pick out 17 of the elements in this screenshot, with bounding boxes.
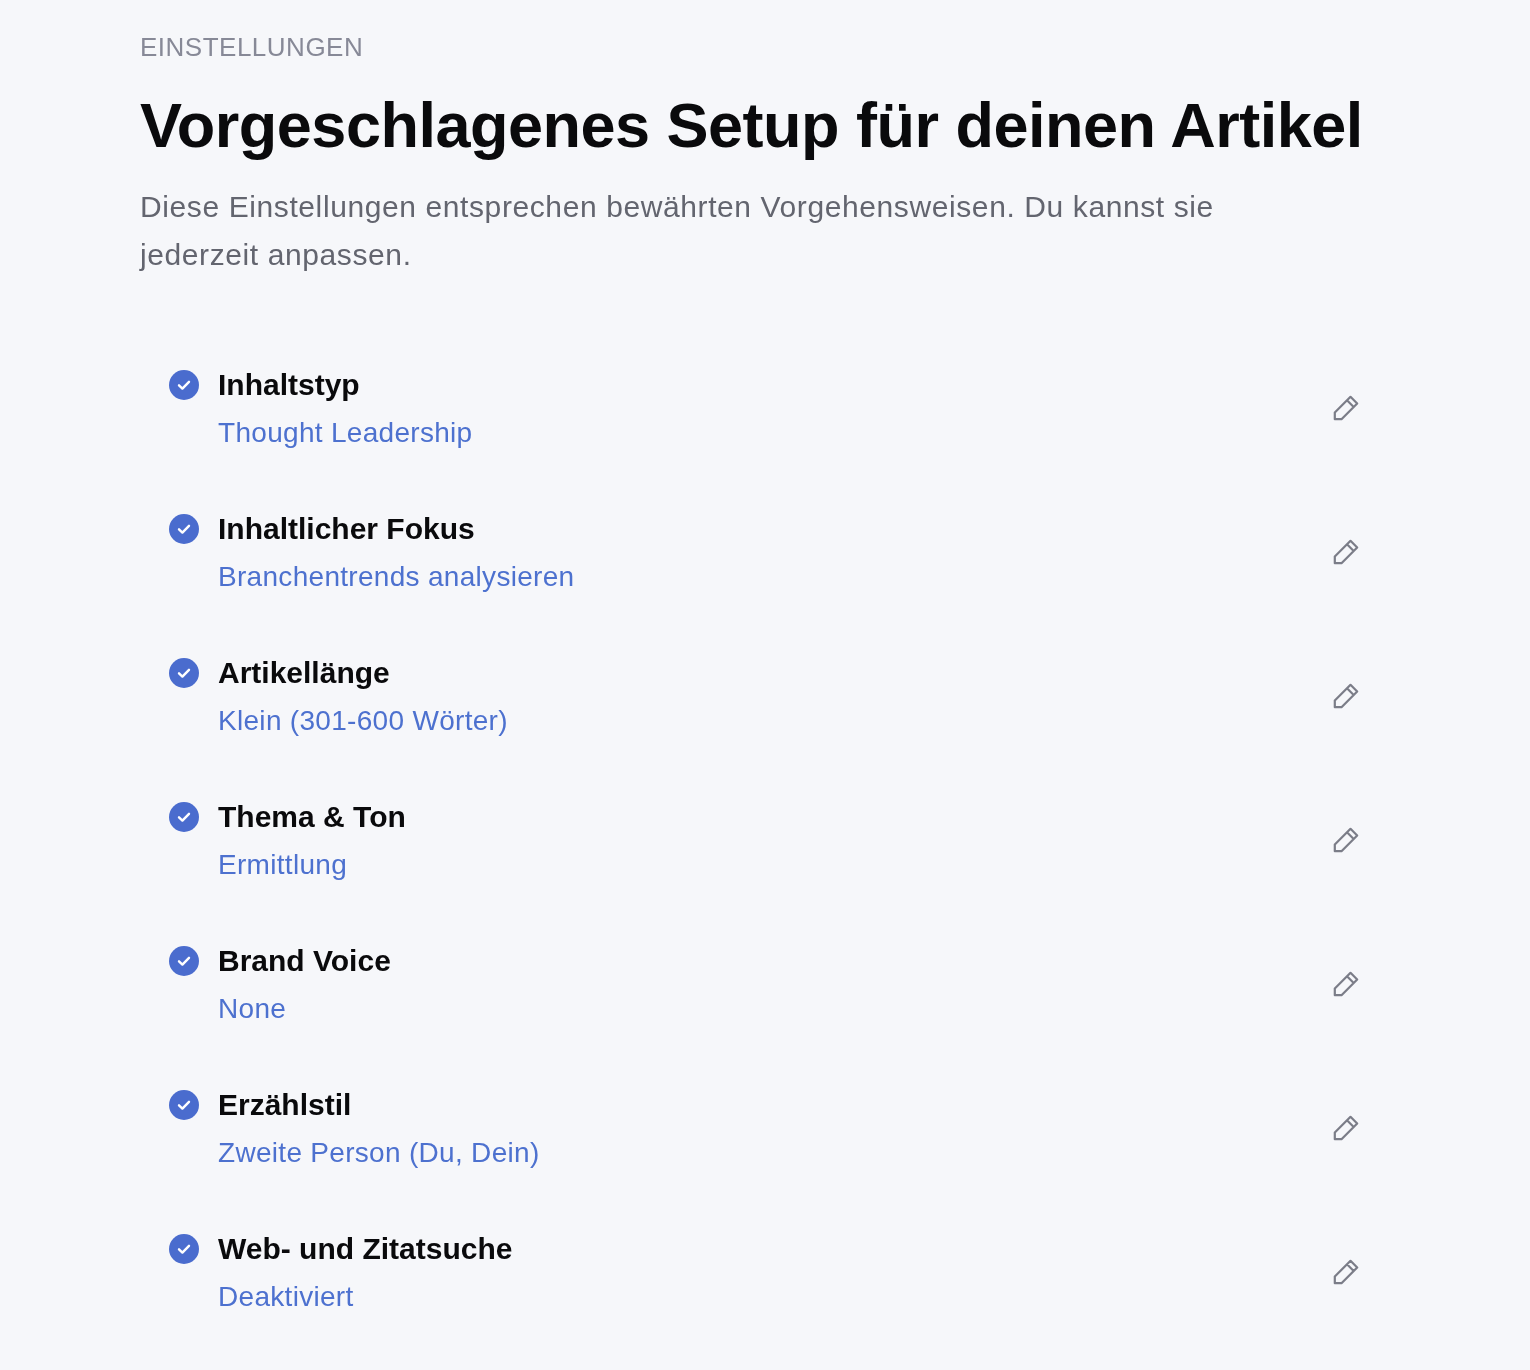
setting-value: None <box>218 992 288 1026</box>
setting-label: Web- und Zitatsuche <box>218 1231 514 1267</box>
setting-value: Deaktiviert <box>218 1280 355 1314</box>
setting-label: Artikellänge <box>218 655 391 691</box>
setting-value: Ermittlung <box>218 848 349 882</box>
page-title: Vorgeschlagenes Setup für deinen Artikel <box>140 89 1364 162</box>
section-eyebrow: EINSTELLUNGEN <box>140 31 365 64</box>
setting-value: Thought Leadership <box>218 416 474 450</box>
setting-label: Erzählstil <box>218 1087 353 1123</box>
page-description: Diese Einstellungen entsprechen bewährten Vorgehensweisen. Du kannst sie jederzeit anpassen. <box>140 189 1215 273</box>
setting-label: Inhaltlicher Fokus <box>218 511 476 547</box>
setting-label: Inhaltstyp <box>218 367 361 403</box>
setting-label: Thema & Ton <box>218 799 407 835</box>
setting-label: Brand Voice <box>218 943 392 979</box>
setting-value: Zweite Person (Du, Dein) <box>218 1136 541 1170</box>
setting-value: Branchentrends analysieren <box>218 560 576 594</box>
setting-value: Klein (301-600 Wörter) <box>218 704 509 738</box>
